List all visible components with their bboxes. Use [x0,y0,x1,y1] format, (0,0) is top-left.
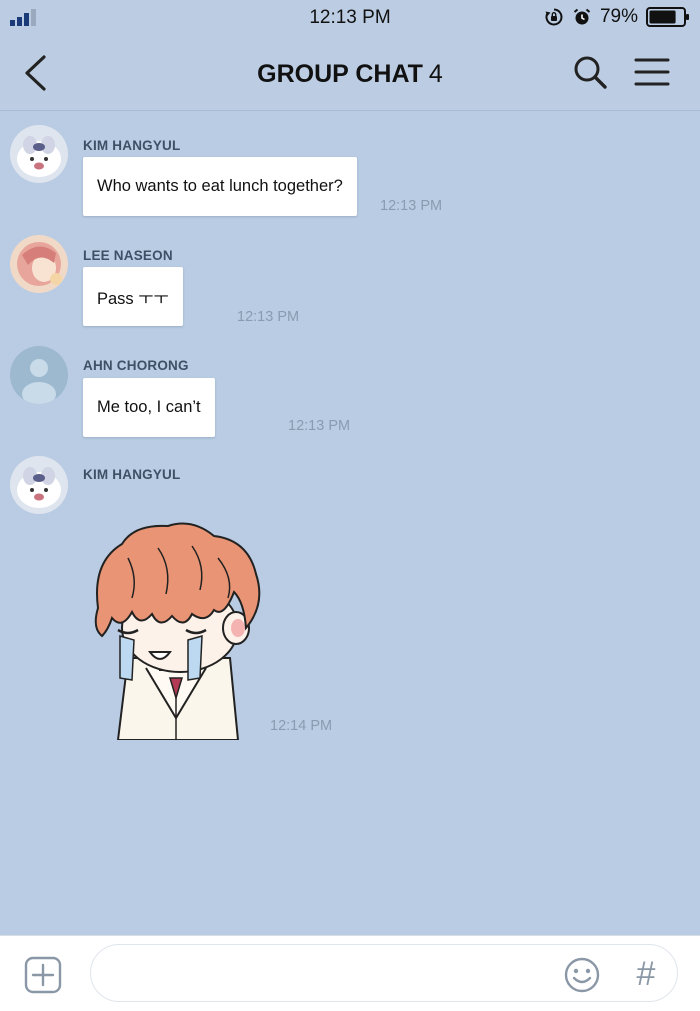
message-time: 12:13 PM [380,198,443,214]
message-time: 12:14 PM [270,718,333,734]
avatar[interactable] [10,346,68,404]
battery-icon [646,7,689,27]
chat-title-text: GROUP CHAT [257,60,423,88]
message-bubble[interactable]: Pass ㅜㅜ [83,267,183,326]
message-time: 12:13 PM [237,309,300,325]
sender-name: KIM HANGYUL [83,138,181,153]
sender-name: AHN CHORONG [83,358,189,373]
message-time: 12:13 PM [288,418,351,434]
hashtag-icon[interactable]: # [628,954,664,994]
message-bubble[interactable]: Who wants to eat lunch together? [83,157,357,216]
status-right: 79% [544,6,690,28]
rotation-lock-icon [545,8,563,26]
alarm-icon [573,8,591,25]
member-count: 4 [428,60,443,88]
message-bubble[interactable]: Me too, I can’t [83,378,215,437]
sender-name: LEE NASEON [83,248,173,263]
emoji-icon[interactable] [563,956,601,994]
sender-name: KIM HANGYUL [83,467,181,482]
message-input-bar: # [0,935,700,1011]
avatar[interactable] [10,125,68,183]
chat-header: GROUP CHAT 4 [0,36,700,111]
battery-percent: 79% [599,6,638,27]
plus-icon[interactable] [24,956,62,994]
crying-boy-sticker[interactable] [88,518,264,740]
status-bar: 12:13 PM 79% [0,0,700,36]
menu-icon[interactable] [634,56,670,88]
search-icon[interactable] [572,54,608,90]
avatar[interactable] [10,456,68,514]
avatar[interactable] [10,235,68,293]
